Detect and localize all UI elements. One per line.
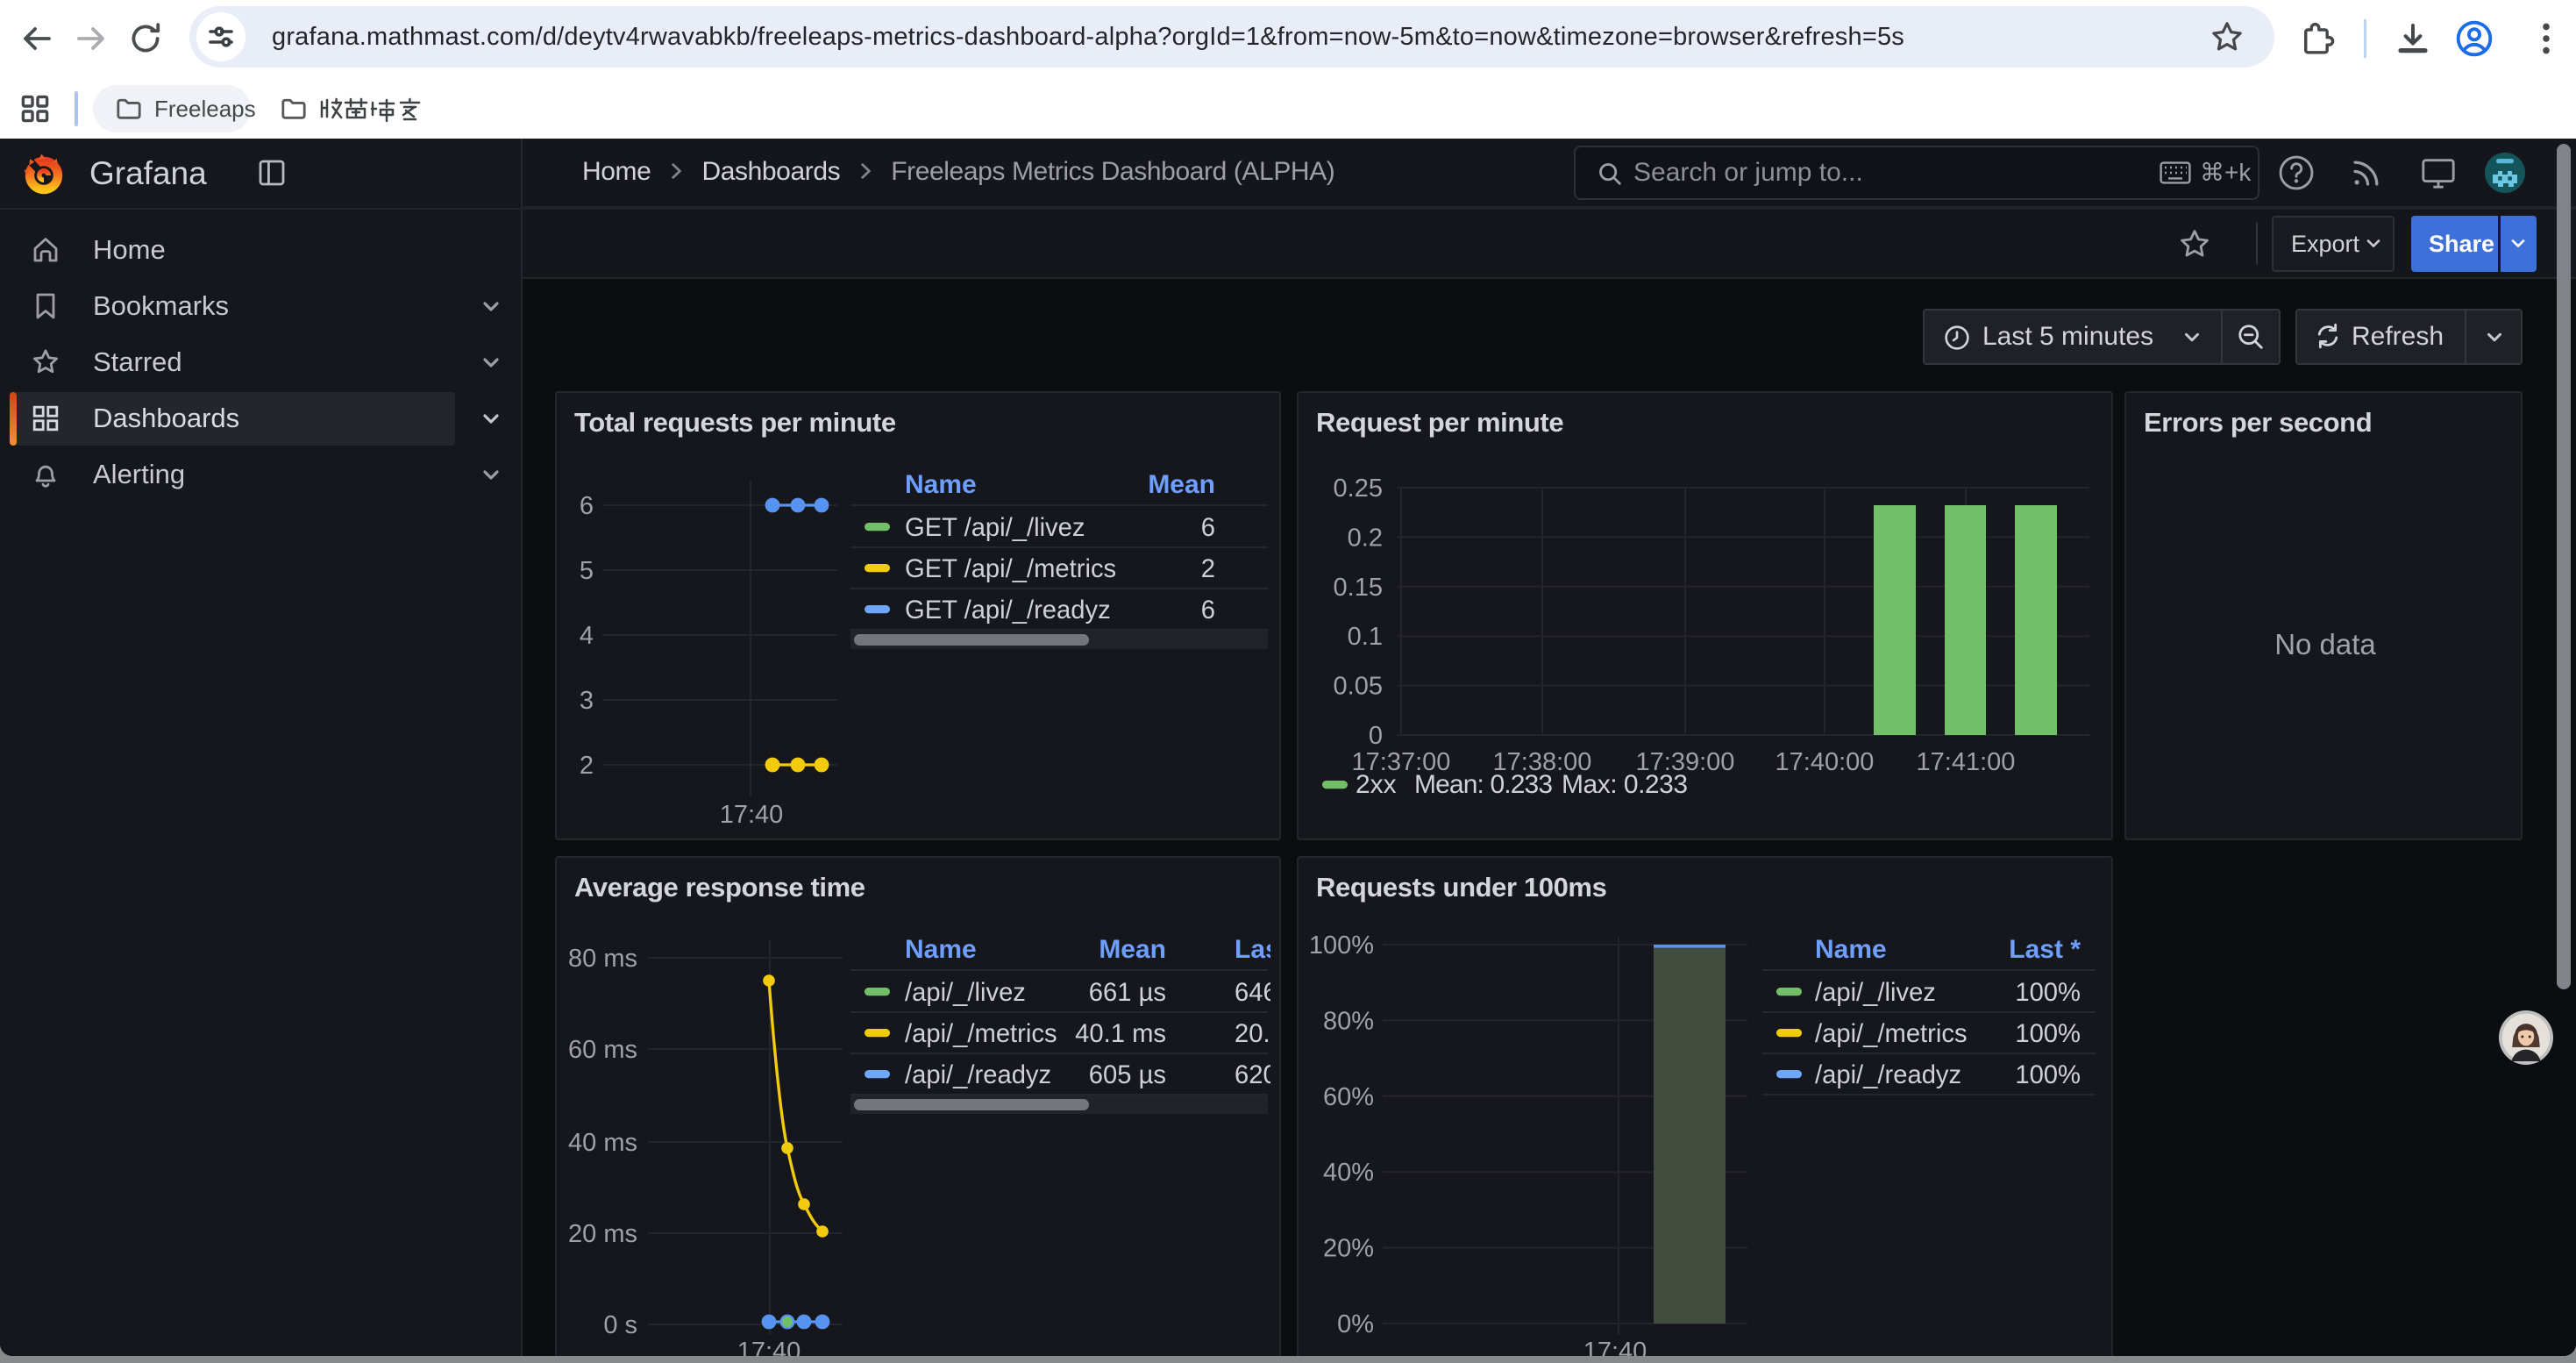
svg-text:/api/_/metrics: /api/_/metrics [1815,1020,1968,1048]
svg-text:646 µs: 646 µs [1235,979,1270,1007]
svg-text:Mean: 0.233: Mean: 0.233 [1414,770,1553,799]
svg-text:/api/_/readyz: /api/_/readyz [1815,1061,1961,1089]
svg-text:661 µs: 661 µs [1089,979,1166,1007]
svg-text:17:40:00: 17:40:00 [1775,748,1875,776]
svg-text:0.25: 0.25 [1334,475,1383,503]
svg-text:Mean: Mean [1148,470,1215,499]
svg-text:20.5 ms: 20.5 ms [1235,1020,1270,1048]
svg-text:0 s: 0 s [603,1311,637,1339]
svg-text:Max: 0.233: Max: 0.233 [1562,770,1688,799]
svg-text:2xx: 2xx [1356,770,1397,799]
svg-text:60 ms: 60 ms [568,1036,637,1064]
svg-text:GET /api/_/metrics: GET /api/_/metrics [905,555,1116,583]
svg-text:40%: 40% [1323,1159,1374,1187]
svg-text:20 ms: 20 ms [568,1220,637,1248]
svg-text:0.15: 0.15 [1334,574,1383,602]
svg-text:Last *: Last * [2009,935,2081,964]
svg-text:6: 6 [1201,596,1215,624]
svg-text:2: 2 [1201,555,1215,583]
svg-text:2: 2 [580,752,594,780]
svg-text:620 µs: 620 µs [1235,1061,1270,1089]
svg-text:0.05: 0.05 [1334,673,1383,701]
svg-text:40.1 ms: 40.1 ms [1075,1020,1166,1048]
svg-text:Mean: Mean [1099,935,1166,964]
svg-text:100%: 100% [1309,931,1374,960]
svg-text:/api/_/livez: /api/_/livez [905,979,1026,1007]
svg-text:/api/_/readyz: /api/_/readyz [905,1061,1051,1089]
svg-text:0.1: 0.1 [1348,623,1383,651]
svg-text:17:40: 17:40 [720,801,784,829]
svg-text:/api/_/metrics: /api/_/metrics [905,1020,1057,1048]
svg-text:GET /api/_/readyz: GET /api/_/readyz [905,596,1111,624]
svg-text:GET /api/_/livez: GET /api/_/livez [905,514,1085,542]
svg-text:17:40: 17:40 [737,1338,801,1356]
svg-text:0: 0 [1369,722,1383,750]
svg-text:80%: 80% [1323,1007,1374,1035]
svg-text:6: 6 [580,492,594,520]
svg-text:3: 3 [580,687,594,715]
svg-text:60%: 60% [1323,1083,1374,1111]
svg-text:100%: 100% [2015,1020,2081,1048]
svg-text:17:40: 17:40 [1583,1338,1647,1356]
svg-text:Name: Name [905,470,977,499]
svg-text:100%: 100% [2015,1061,2081,1089]
svg-text:Last *: Last * [1235,935,1270,964]
svg-text:40 ms: 40 ms [568,1129,637,1157]
svg-text:5: 5 [580,557,594,585]
svg-text:6: 6 [1201,514,1215,542]
svg-text:Name: Name [1815,935,1887,964]
svg-text:605 µs: 605 µs [1089,1061,1166,1089]
svg-text:4: 4 [580,622,594,650]
svg-text:/api/_/livez: /api/_/livez [1815,979,1936,1007]
svg-text:100%: 100% [2015,979,2081,1007]
svg-text:20%: 20% [1323,1235,1374,1263]
svg-text:17:41:00: 17:41:00 [1917,748,2016,776]
svg-text:Name: Name [905,935,977,964]
svg-text:0%: 0% [1337,1310,1374,1338]
svg-text:80 ms: 80 ms [568,945,637,973]
svg-text:0.2: 0.2 [1348,524,1383,552]
